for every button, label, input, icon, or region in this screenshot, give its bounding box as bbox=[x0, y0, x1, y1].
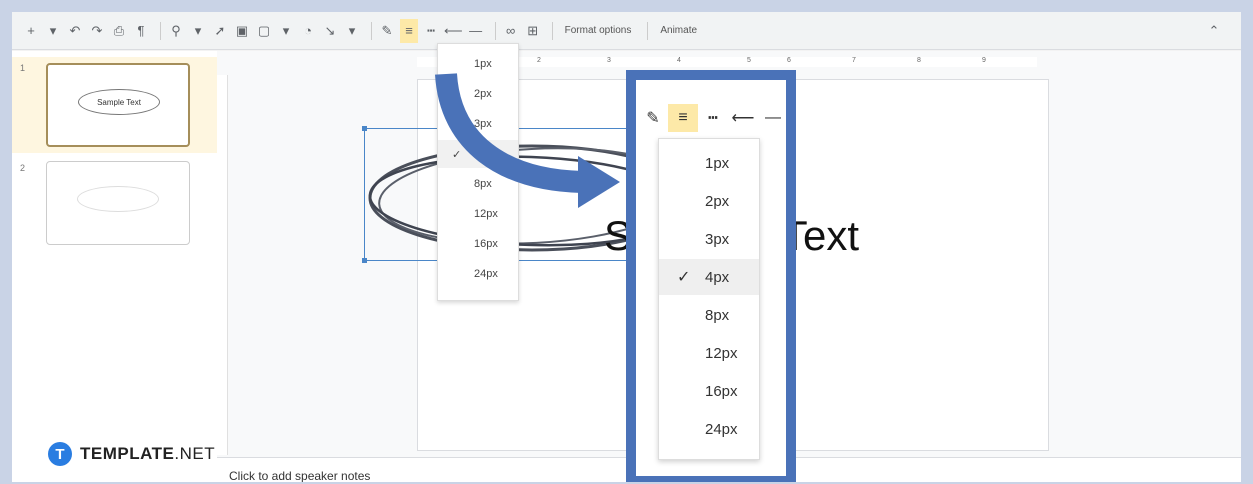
toolbar-divider bbox=[371, 21, 372, 40]
slide-preview[interactable] bbox=[46, 161, 190, 245]
slide-number: 1 bbox=[20, 63, 26, 73]
border-dash-icon[interactable]: ┅ bbox=[698, 104, 728, 132]
toolbar-divider bbox=[551, 21, 553, 40]
pointer-arrow bbox=[435, 73, 620, 208]
slide-preview[interactable]: Sample Text bbox=[46, 63, 190, 147]
chevron-down-icon[interactable]: ▾ bbox=[277, 19, 295, 43]
option-label: 1px bbox=[474, 58, 492, 70]
weight-option-16px[interactable]: 16px bbox=[659, 373, 759, 409]
weight-option-8px[interactable]: 8px bbox=[659, 297, 759, 333]
logo-brand: TEMPLATE bbox=[80, 444, 175, 463]
shape-icon[interactable]: ◔ bbox=[299, 19, 317, 43]
resize-handle[interactable] bbox=[362, 126, 367, 131]
slide-thumbnail-2[interactable]: 2 bbox=[12, 159, 217, 255]
check-icon: ✓ bbox=[677, 269, 691, 286]
vertical-ruler bbox=[217, 75, 228, 455]
weight-option-4px[interactable]: ✓ 4px bbox=[659, 259, 759, 295]
resize-handle[interactable] bbox=[362, 258, 367, 263]
logo-text: TEMPLATE.NET bbox=[80, 444, 215, 464]
border-weight-menu-zoomed: 1px 2px 3px ✓ 4px 8px 12px 16px 24px bbox=[658, 138, 760, 460]
slide-filmstrip: 1 Sample Text 2 bbox=[12, 51, 217, 482]
redo-icon[interactable]: ↷ bbox=[88, 19, 106, 43]
option-label: 4px bbox=[705, 268, 730, 286]
slide-thumbnail-1[interactable]: 1 Sample Text bbox=[12, 57, 217, 153]
weight-option-24px[interactable]: 24px bbox=[659, 411, 759, 447]
ruler-label: 9 bbox=[982, 57, 988, 64]
chevron-down-icon[interactable]: ▾ bbox=[189, 19, 207, 43]
ruler-label: 2 bbox=[537, 57, 543, 64]
line-end-icon[interactable]: — bbox=[758, 104, 786, 132]
zoom-callout: ✎ ≡ ┅ ⟵ — 1px 2px 3px ✓ 4px 8px 12px 16px… bbox=[626, 70, 796, 482]
ruler-label: 3 bbox=[607, 57, 613, 64]
option-label: 16px bbox=[474, 238, 498, 250]
slide-number: 2 bbox=[20, 163, 26, 173]
border-weight-icon[interactable]: ≡ bbox=[668, 104, 698, 132]
weight-option-12px[interactable]: 12px bbox=[659, 335, 759, 371]
option-label: 2px bbox=[705, 192, 730, 210]
weight-option-1px[interactable]: 1px bbox=[659, 145, 759, 181]
ruler-label: 7 bbox=[852, 57, 858, 64]
border-dash-icon[interactable]: ┅ bbox=[422, 19, 440, 43]
line-icon[interactable]: ↘ bbox=[321, 19, 339, 43]
line-start-icon[interactable]: ⟵ bbox=[728, 104, 758, 132]
option-label: 16px bbox=[705, 382, 738, 400]
zoomed-toolbar: ✎ ≡ ┅ ⟵ — bbox=[636, 104, 786, 132]
toolbar: + ▾ ↶ ↷ ⎙ ¶ ⚲ ▾ ➚ ▣ ▢ ▾ ◔ ↘ ▾ ✎ ≡ ┅ ⟵ — … bbox=[12, 12, 1241, 50]
template-net-logo: T TEMPLATE.NET bbox=[48, 442, 215, 466]
comment-icon[interactable]: ⊞ bbox=[524, 19, 542, 43]
link-icon[interactable]: ∞ bbox=[502, 19, 520, 43]
weight-option-2px[interactable]: 2px bbox=[659, 183, 759, 219]
thumb-shape bbox=[77, 186, 159, 212]
ruler-label: 4 bbox=[677, 57, 683, 64]
weight-option-3px[interactable]: 3px bbox=[659, 221, 759, 257]
weight-option-24px[interactable]: 24px bbox=[438, 260, 518, 288]
chevron-down-icon[interactable]: ▾ bbox=[44, 19, 62, 43]
toolbar-divider bbox=[494, 21, 496, 40]
ruler-label: 8 bbox=[917, 57, 923, 64]
select-icon[interactable]: ➚ bbox=[211, 19, 229, 43]
weight-option-16px[interactable]: 16px bbox=[438, 230, 518, 258]
collapse-icon[interactable]: ⌃ bbox=[1205, 19, 1223, 43]
logo-badge: T bbox=[48, 442, 72, 466]
app-frame: + ▾ ↶ ↷ ⎙ ¶ ⚲ ▾ ➚ ▣ ▢ ▾ ◔ ↘ ▾ ✎ ≡ ┅ ⟵ — … bbox=[12, 12, 1241, 482]
ruler-label: 5 bbox=[747, 57, 753, 64]
option-label: 24px bbox=[705, 420, 738, 438]
textbox-icon[interactable]: ▣ bbox=[233, 19, 251, 43]
option-label: 1px bbox=[705, 154, 730, 172]
option-label: 3px bbox=[705, 230, 730, 248]
print-icon[interactable]: ⎙ bbox=[110, 19, 128, 43]
plus-icon[interactable]: + bbox=[22, 19, 40, 43]
border-color-icon[interactable]: ✎ bbox=[378, 19, 396, 43]
thumb-text: Sample Text bbox=[78, 89, 160, 115]
zoom-icon[interactable]: ⚲ bbox=[167, 19, 185, 43]
logo-suffix: .NET bbox=[174, 444, 216, 463]
option-label: 12px bbox=[705, 344, 738, 362]
option-label: 8px bbox=[705, 306, 730, 324]
border-weight-icon[interactable]: ≡ bbox=[400, 18, 418, 43]
undo-icon[interactable]: ↶ bbox=[66, 19, 84, 43]
image-icon[interactable]: ▢ bbox=[255, 19, 273, 43]
line-end-icon[interactable]: — bbox=[467, 19, 485, 43]
line-start-icon[interactable]: ⟵ bbox=[444, 19, 463, 43]
animate-button[interactable]: Animate bbox=[654, 19, 703, 43]
border-color-icon[interactable]: ✎ bbox=[638, 104, 668, 132]
format-options-button[interactable]: Format options bbox=[559, 19, 638, 43]
toolbar-divider bbox=[647, 21, 649, 40]
chevron-down-icon[interactable]: ▾ bbox=[343, 19, 361, 43]
paint-format-icon[interactable]: ¶ bbox=[132, 19, 150, 43]
ruler-label: 6 bbox=[787, 57, 793, 64]
option-label: 24px bbox=[474, 268, 498, 280]
toolbar-divider bbox=[160, 21, 161, 40]
